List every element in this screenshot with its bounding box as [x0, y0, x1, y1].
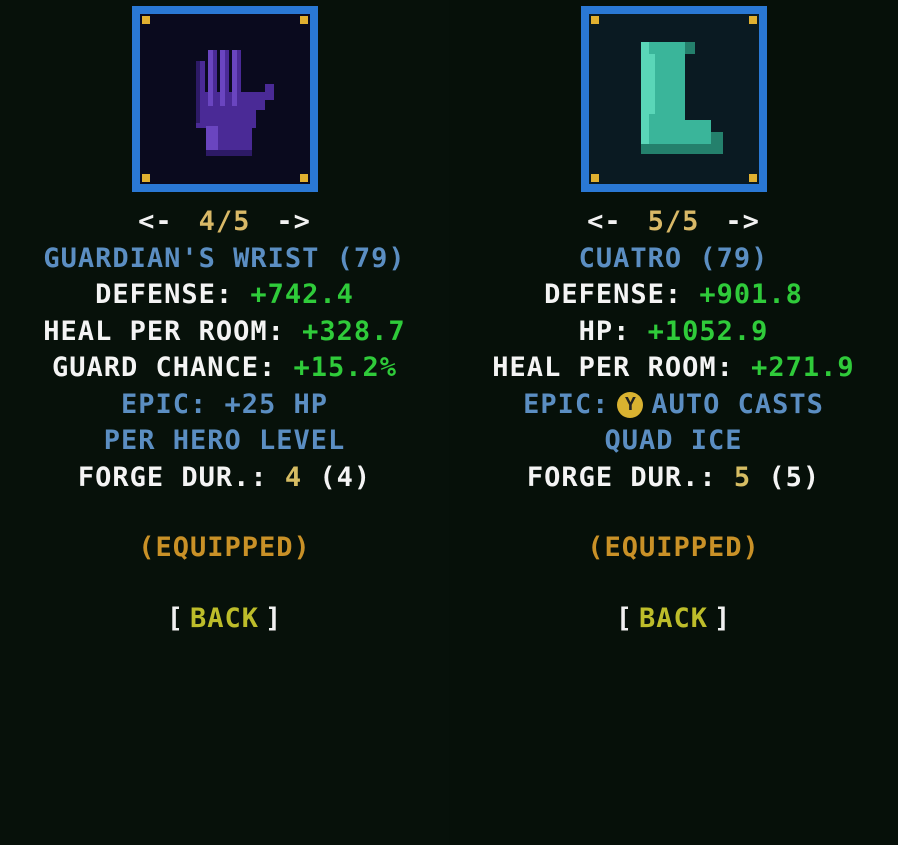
stat-heal-per-room: HEAL PER ROOM: +271.9	[492, 350, 854, 387]
back-button[interactable]: [BACK]	[616, 601, 732, 638]
epic-suffix: AUTO CASTS	[651, 388, 824, 420]
item-pagination: <- 5/5 ->	[587, 204, 760, 241]
item-title: CUATRO (79)	[578, 242, 769, 274]
right-item-panel: <- 5/5 -> CUATRO (79) DEFENSE: +901.8 HP: …	[449, 0, 898, 845]
equipped-status: (EQUIPPED)	[587, 532, 760, 563]
y-button-icon: Y	[617, 392, 644, 418]
forge-current: 5	[733, 461, 752, 493]
stat-label: GUARD CHANCE:	[51, 352, 294, 383]
back-label[interactable]: BACK	[639, 603, 708, 634]
stat-label: DEFENSE:	[544, 279, 700, 310]
prev-item-arrow[interactable]: <-	[138, 206, 173, 237]
stat-defense: DEFENSE: +742.4	[95, 277, 354, 314]
back-label[interactable]: BACK	[190, 603, 259, 634]
glove-icon	[195, 50, 274, 156]
stat-value: +15.2%	[293, 352, 398, 383]
epic-effect-line-1: EPIC: Y AUTO CASTS	[523, 387, 824, 424]
epic-effect-line-2: QUAD ICE	[604, 425, 743, 456]
next-item-arrow[interactable]: ->	[725, 206, 760, 237]
forge-label: FORGE DUR.:	[526, 461, 734, 493]
prev-item-arrow[interactable]: <-	[587, 206, 622, 237]
stat-value: +328.7	[302, 315, 406, 347]
forge-durability: FORGE DUR.: 5 (5)	[527, 460, 820, 497]
item-compare-screen: <- 4/5 -> GUARDIAN'S WRIST (79) DEFENSE: +…	[0, 0, 898, 845]
stat-label: HP:	[578, 315, 648, 347]
stat-label: HEAL PER ROOM:	[43, 315, 303, 347]
epic-effect-line-1: EPIC: +25 HP	[120, 388, 329, 420]
epic-prefix: EPIC:	[523, 388, 610, 420]
forge-max: (4)	[302, 461, 372, 493]
bracket-close: ]	[714, 602, 732, 634]
stat-label: DEFENSE:	[95, 279, 251, 310]
stat-label: HEAL PER ROOM:	[492, 352, 752, 383]
stat-heal-per-room: HEAL PER ROOM: +328.7	[43, 314, 405, 351]
forge-current: 4	[284, 461, 303, 493]
stat-guard-chance: GUARD CHANCE: +15.2%	[52, 350, 397, 387]
item-title: GUARDIAN'S WRIST (79)	[43, 242, 406, 274]
left-item-panel: <- 4/5 -> GUARDIAN'S WRIST (79) DEFENSE: +…	[0, 0, 449, 845]
equipped-status: (EQUIPPED)	[138, 532, 311, 563]
stat-value: +901.8	[699, 279, 803, 310]
bracket-close: ]	[265, 602, 283, 634]
back-button[interactable]: [BACK]	[167, 601, 283, 638]
item-frame	[580, 6, 767, 192]
page-indicator: 4/5	[198, 206, 251, 237]
epic-effect-line-2: PER HERO LEVEL	[103, 425, 346, 456]
bracket-open: [	[615, 602, 633, 634]
stat-defense: DEFENSE: +901.8	[544, 277, 803, 314]
forge-max: (5)	[751, 461, 821, 493]
item-frame	[131, 6, 318, 192]
page-indicator: 5/5	[647, 206, 700, 237]
stat-value: +271.9	[751, 352, 855, 383]
item-pagination: <- 4/5 ->	[138, 204, 311, 241]
forge-durability: FORGE DUR.: 4 (4)	[78, 460, 371, 497]
stat-value: +742.4	[250, 279, 354, 310]
forge-label: FORGE DUR.:	[77, 461, 285, 493]
bracket-open: [	[166, 602, 184, 634]
stat-hp: HP: +1052.9	[579, 314, 769, 351]
boot-icon	[640, 42, 723, 154]
next-item-arrow[interactable]: ->	[276, 206, 311, 237]
stat-value: +1052.9	[647, 315, 769, 347]
